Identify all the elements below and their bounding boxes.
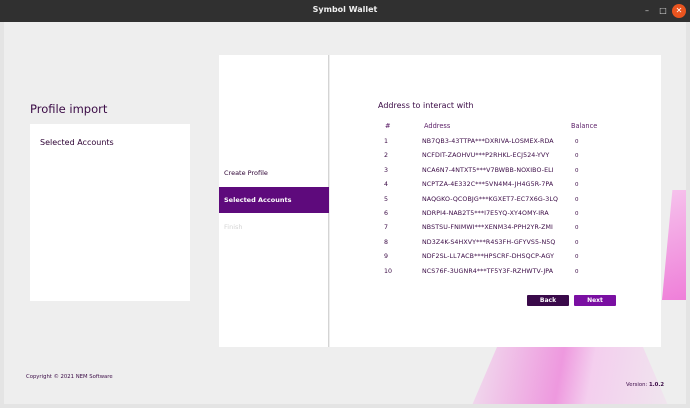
decorative-shape [470, 340, 670, 404]
table-row[interactable]: 8 ND3Z4K-S4HXVY***R4S3FH-GFYVS5-N5Q 0 [378, 236, 648, 250]
row-address: NDF2SL-LL7ACB***HPSCRF-DHSQCP-AGY [422, 253, 555, 261]
row-balance: 0 [575, 210, 579, 217]
decorative-shape [662, 190, 686, 300]
maximize-icon[interactable]: □ [656, 4, 670, 18]
step-finish: Finish [224, 223, 243, 231]
row-number: 7 [384, 224, 389, 232]
row-address: NCS76F-3UGNR4***TF5Y3F-RZHWTV-JPA [422, 267, 554, 275]
row-number: 1 [384, 138, 389, 145]
table-row[interactable]: 1 NB7QB3-43TTPA***DXRIVA-LOSMEX-RDA 0 [378, 135, 648, 149]
window-title: Symbol Wallet [312, 5, 378, 14]
row-address: NB7QB3-43TTPA***DXRIVA-LOSMEX-RDA [422, 138, 554, 145]
table-row[interactable]: 4 NCPTZA-4E332C***5VN4M4-JH4G5R-7PA 0 [378, 178, 648, 192]
version-info: Version: 1.0.2 [626, 382, 664, 388]
window-titlebar: Symbol Wallet – □ ✕ [0, 0, 690, 22]
table-row[interactable]: 6 NDRPI4-NAB2T5***I7E5YQ-XY4OMY-IRA 0 [378, 207, 648, 221]
address-table: 1 NB7QB3-43TTPA***DXRIVA-LOSMEX-RDA 0 2 NCF… [378, 135, 648, 279]
minimize-icon[interactable]: – [640, 4, 654, 18]
row-address: NCA6N7-4NTXT5***V7BWBB-NOXIBO-ELI [422, 166, 554, 174]
row-address: NBSTSU-FNIMWI***XENM34-PPH2YR-ZMI [422, 224, 553, 232]
row-balance: 0 [575, 254, 579, 261]
column-header-address: Address [424, 122, 451, 130]
page-title: Profile import [30, 102, 108, 116]
selected-accounts-header: Selected Accounts [40, 138, 114, 147]
step-selected-accounts[interactable]: Selected Accounts [219, 187, 329, 213]
row-address: ND3Z4K-S4HXVY***R4S3FH-GFYVS5-N5Q [422, 238, 556, 246]
row-balance: 0 [575, 239, 579, 246]
table-row[interactable]: 10 NCS76F-3UGNR4***TF5Y3F-RZHWTV-JPA 0 [378, 265, 648, 279]
row-address: NCPTZA-4E332C***5VN4M4-JH4G5R-7PA [422, 181, 554, 189]
row-address: NDRPI4-NAB2T5***I7E5YQ-XY4OMY-IRA [422, 209, 549, 217]
step-create-profile[interactable]: Create Profile [219, 160, 329, 186]
row-number: 2 [384, 152, 389, 160]
address-panel: Address to interact with # Address Balan… [330, 55, 661, 347]
column-header-balance: Balance [571, 122, 598, 130]
row-number: 10 [384, 267, 393, 275]
copyright-text: Copyright © 2021 NEM Software [26, 374, 113, 380]
row-balance: 0 [575, 225, 579, 232]
table-row[interactable]: 7 NBSTSU-FNIMWI***XENM34-PPH2YR-ZMI 0 [378, 221, 648, 235]
row-number: 8 [384, 238, 389, 246]
panel-heading: Address to interact with [378, 101, 474, 110]
row-address: NCFDIT-ZAOHVU***P2RHKL-ECJ524-YVY [422, 152, 550, 160]
table-row[interactable]: 5 NAQGKO-QCOBJG***KGXET7-EC7X6G-3LQ 0 [378, 193, 648, 207]
import-steps: Create Profile Selected Accounts Finish [219, 55, 329, 347]
version-label: Version: [626, 382, 648, 388]
table-row[interactable]: 2 NCFDIT-ZAOHVU***P2RHKL-ECJ524-YVY 0 [378, 149, 648, 163]
row-balance: 0 [575, 167, 579, 174]
table-row[interactable]: 3 NCA6N7-4NTXT5***V7BWBB-NOXIBO-ELI 0 [378, 164, 648, 178]
next-button[interactable]: Next [574, 295, 616, 306]
row-balance: 0 [575, 139, 579, 145]
row-balance: 0 [575, 182, 579, 189]
row-address: NAQGKO-QCOBJG***KGXET7-EC7X6G-3LQ [422, 195, 559, 203]
row-number: 3 [384, 166, 389, 174]
selected-accounts-card: Selected Accounts [30, 124, 190, 301]
back-button[interactable]: Back [527, 295, 569, 306]
close-icon[interactable]: ✕ [672, 4, 686, 18]
row-balance: 0 [575, 153, 579, 160]
version-number: 1.0.2 [648, 382, 665, 388]
row-number: 6 [384, 209, 389, 217]
row-number: 5 [384, 195, 389, 203]
row-number: 9 [384, 253, 389, 261]
row-number: 4 [384, 181, 389, 189]
row-balance: 0 [575, 268, 579, 275]
row-balance: 0 [575, 196, 579, 203]
app-content: Profile import Selected Accounts Create … [4, 22, 686, 404]
column-header-number: # [385, 122, 391, 130]
table-row[interactable]: 9 NDF2SL-LL7ACB***HPSCRF-DHSQCP-AGY 0 [378, 250, 648, 264]
